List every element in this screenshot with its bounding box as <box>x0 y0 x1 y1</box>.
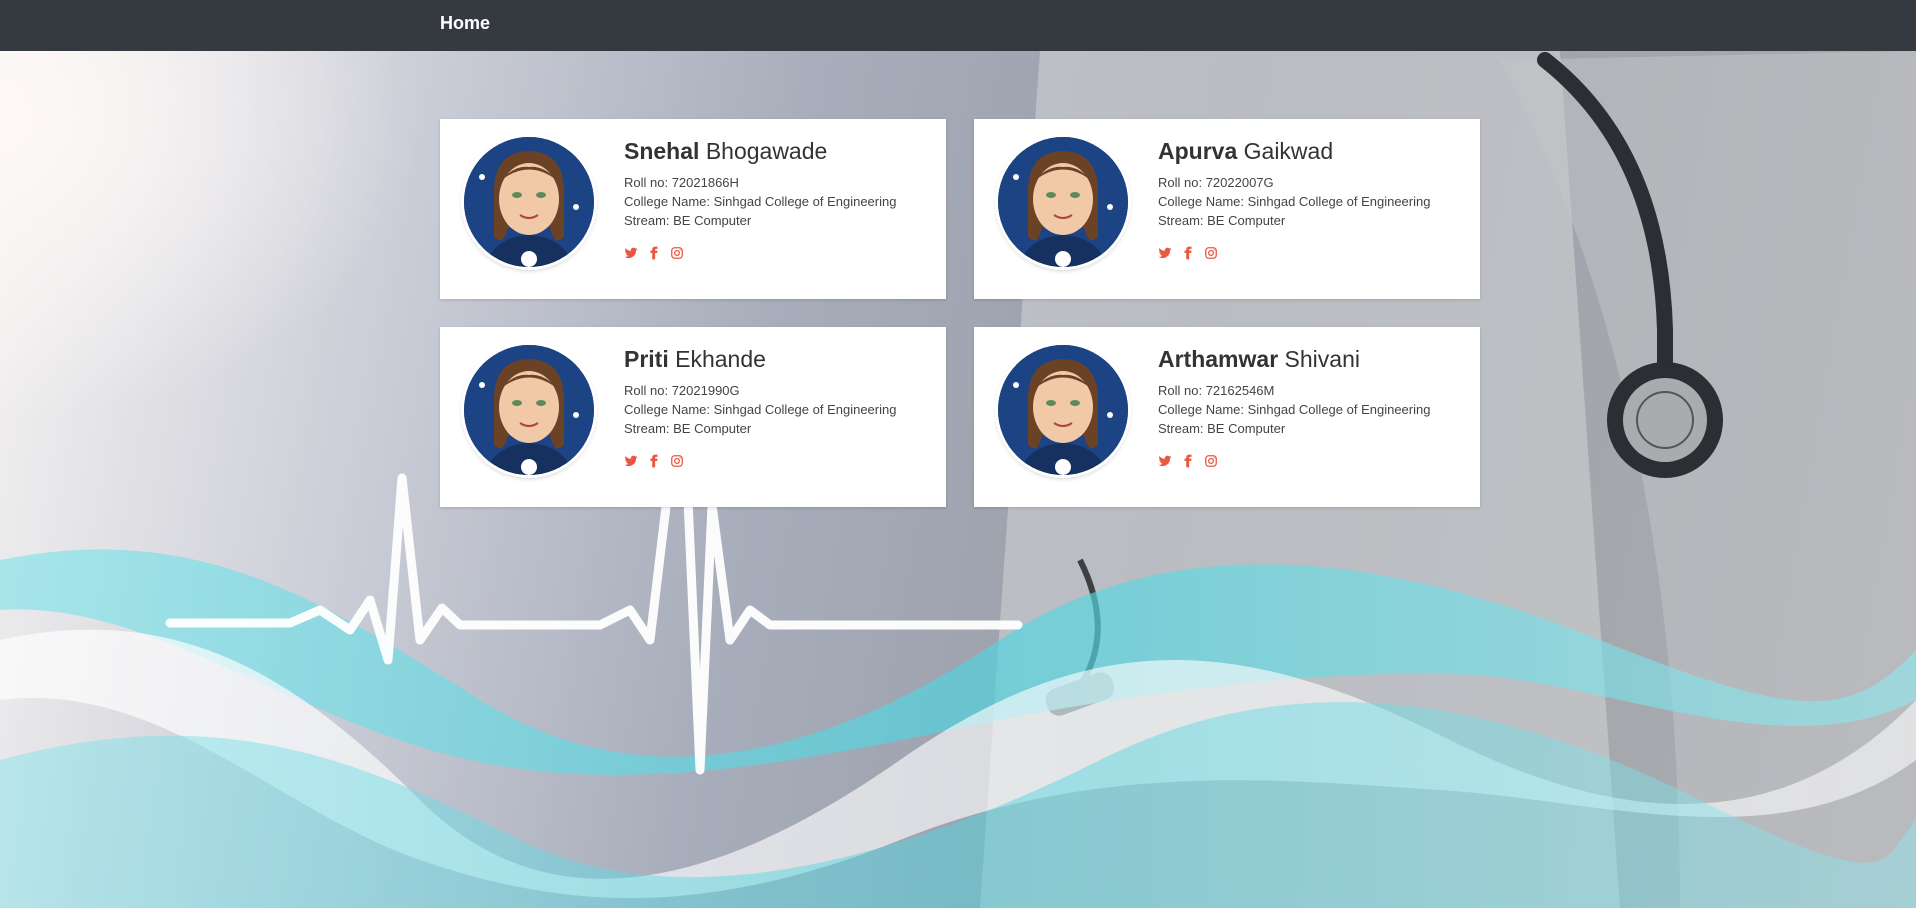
facebook-icon[interactable] <box>1181 454 1195 468</box>
student-info: Apurva Gaikwad Roll no: 72022007G Colleg… <box>1158 137 1430 260</box>
social-links <box>624 246 896 260</box>
twitter-icon[interactable] <box>1158 246 1172 260</box>
instagram-icon[interactable] <box>1204 246 1218 260</box>
instagram-icon[interactable] <box>1204 454 1218 468</box>
facebook-icon[interactable] <box>647 246 661 260</box>
student-card-grid: Snehal Bhogawade Roll no: 72021866H Coll… <box>440 119 1480 507</box>
facebook-icon[interactable] <box>1181 246 1195 260</box>
student-card: Snehal Bhogawade Roll no: 72021866H Coll… <box>440 119 946 299</box>
student-name: Snehal Bhogawade <box>624 138 828 164</box>
avatar <box>998 137 1128 267</box>
college-name: College Name: Sinhgad College of Enginee… <box>1158 194 1431 209</box>
instagram-icon[interactable] <box>670 246 684 260</box>
stream: Stream: BE Computer <box>1158 421 1286 436</box>
student-info: Snehal Bhogawade Roll no: 72021866H Coll… <box>624 137 896 260</box>
top-navbar: Home <box>0 0 1916 51</box>
twitter-icon[interactable] <box>624 246 638 260</box>
student-name: Arthamwar Shivani <box>1158 346 1360 372</box>
college-name: College Name: Sinhgad College of Enginee… <box>1158 402 1431 417</box>
college-name: College Name: Sinhgad College of Enginee… <box>624 402 897 417</box>
student-name: Apurva Gaikwad <box>1158 138 1334 164</box>
avatar <box>464 345 594 475</box>
roll-number: Roll no: 72022007G <box>1158 175 1274 190</box>
facebook-icon[interactable] <box>647 454 661 468</box>
college-name: College Name: Sinhgad College of Enginee… <box>624 194 897 209</box>
roll-number: Roll no: 72021866H <box>624 175 739 190</box>
student-name: Priti Ekhande <box>624 346 766 372</box>
stream: Stream: BE Computer <box>624 421 752 436</box>
roll-number: Roll no: 72021990G <box>624 383 740 398</box>
social-links <box>624 454 896 468</box>
instagram-icon[interactable] <box>670 454 684 468</box>
twitter-icon[interactable] <box>624 454 638 468</box>
social-links <box>1158 246 1430 260</box>
student-card: Priti Ekhande Roll no: 72021990G College… <box>440 327 946 507</box>
social-links <box>1158 454 1430 468</box>
student-card: Arthamwar Shivani Roll no: 72162546M Col… <box>974 327 1480 507</box>
stream: Stream: BE Computer <box>624 213 752 228</box>
stream: Stream: BE Computer <box>1158 213 1286 228</box>
student-info: Priti Ekhande Roll no: 72021990G College… <box>624 345 896 468</box>
avatar <box>998 345 1128 475</box>
twitter-icon[interactable] <box>1158 454 1172 468</box>
avatar <box>464 137 594 267</box>
roll-number: Roll no: 72162546M <box>1158 383 1275 398</box>
home-link[interactable]: Home <box>440 13 490 34</box>
student-card: Apurva Gaikwad Roll no: 72022007G Colleg… <box>974 119 1480 299</box>
student-info: Arthamwar Shivani Roll no: 72162546M Col… <box>1158 345 1430 468</box>
